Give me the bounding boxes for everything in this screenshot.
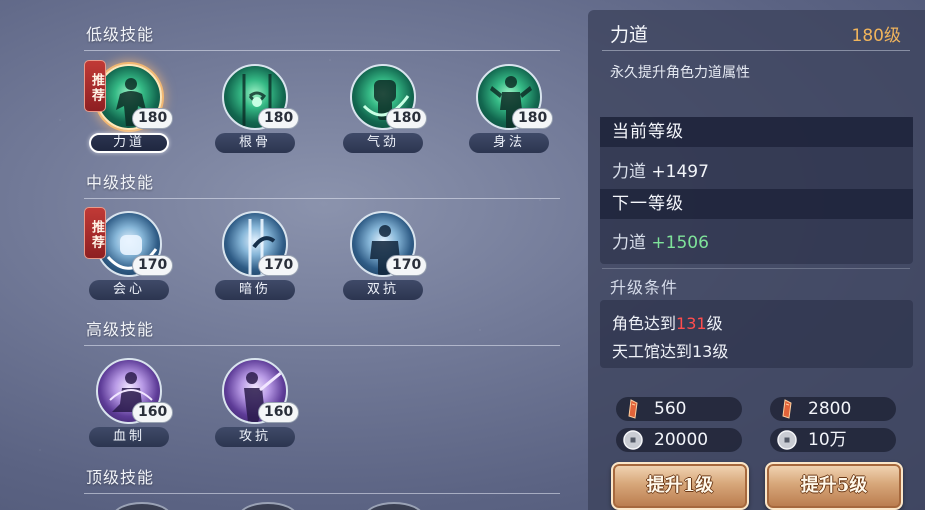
scroll-material-icon [782, 399, 792, 419]
scroll-material-icon [628, 399, 638, 419]
skill-name: 暗伤 [215, 280, 295, 300]
stat-name: 力道 [612, 233, 646, 253]
section-divider [84, 345, 560, 346]
cost-value: 10万 [808, 430, 847, 450]
skill-constitution[interactable]: 180 根骨 [210, 64, 300, 154]
upgrade-1-button[interactable]: 提升1级 [611, 462, 749, 510]
skill-level-badge: 160 [132, 402, 174, 423]
skill-level-badge: 180 [258, 108, 300, 129]
detail-description: 永久提升角色力道属性 [610, 65, 750, 81]
skill-qi-force[interactable]: 180 气劲 [338, 64, 428, 154]
skill-level-badge: 170 [132, 255, 174, 276]
current-level-header: 当前等级 [600, 117, 913, 147]
current-stat: 力道 +1497 [612, 157, 709, 182]
cost-coins-5: 10万 [770, 428, 896, 452]
condition-workshop-level: 天工馆达到13级 [612, 342, 729, 361]
skill-level-badge: 180 [512, 108, 554, 129]
condition-required-value: 131 [676, 314, 707, 333]
skill-hidden-wound[interactable]: 170 暗伤 [210, 211, 300, 301]
coin-icon [777, 430, 797, 450]
stat-value: +1506 [651, 233, 709, 253]
skill-name: 气劲 [343, 133, 423, 153]
skill-strength[interactable]: 推荐 180 力道 [84, 60, 174, 154]
skill-name: 身法 [469, 133, 549, 153]
skill-level-badge: 160 [258, 402, 300, 423]
skill-orb-partial[interactable] [112, 502, 172, 510]
skill-blood-control[interactable]: 160 血制 [84, 358, 174, 448]
cost-material-5: 2800 [770, 397, 896, 421]
skill-name: 双抗 [343, 280, 423, 300]
section-title-high: 高级技能 [86, 320, 155, 339]
cost-value: 2800 [808, 399, 852, 419]
next-stat: 力道 +1506 [612, 228, 709, 253]
skill-level-badge: 180 [132, 108, 174, 129]
recommend-badge: 推荐 [84, 207, 106, 259]
detail-level: 180级 [851, 26, 901, 46]
stat-name: 力道 [612, 162, 646, 182]
detail-title: 力道 [610, 24, 649, 46]
skill-name: 根骨 [215, 133, 295, 153]
cost-value: 560 [654, 399, 687, 419]
cost-coins-1: 20000 [616, 428, 742, 452]
section-divider [84, 50, 560, 51]
section-title-mid: 中级技能 [86, 173, 155, 192]
skill-level-badge: 180 [386, 108, 428, 129]
skill-level-badge: 170 [258, 255, 300, 276]
upgrade-5-button[interactable]: 提升5级 [765, 462, 903, 510]
recommend-badge: 推荐 [84, 60, 106, 112]
stat-value: +1497 [651, 162, 709, 182]
skill-name: 攻抗 [215, 427, 295, 447]
skill-dual-resist[interactable]: 170 双抗 [338, 211, 428, 301]
skill-orb-partial[interactable] [364, 502, 424, 510]
skill-attack-resist[interactable]: 160 攻抗 [210, 358, 300, 448]
skill-name: 会心 [89, 280, 169, 300]
section-divider [84, 198, 560, 199]
skill-name: 力道 [89, 133, 169, 153]
section-title-top: 顶级技能 [86, 468, 155, 487]
condition-text: 角色达到 [612, 314, 677, 333]
skill-critical[interactable]: 推荐 170 会心 [84, 207, 174, 301]
detail-divider [602, 268, 910, 269]
condition-text: 级 [706, 314, 723, 333]
cost-material-1: 560 [616, 397, 742, 421]
section-divider [84, 493, 560, 494]
upgrade-conditions-title: 升级条件 [610, 278, 679, 297]
detail-divider [602, 50, 910, 51]
skill-orb-partial[interactable] [238, 502, 298, 510]
next-level-header: 下一等级 [600, 189, 913, 219]
cost-value: 20000 [654, 430, 709, 450]
condition-character-level: 角色达到131级 [612, 310, 723, 334]
section-title-low: 低级技能 [86, 25, 155, 44]
skill-level-badge: 170 [386, 255, 428, 276]
skill-name: 血制 [89, 427, 169, 447]
coin-icon [623, 430, 643, 450]
skill-agility[interactable]: 180 身法 [464, 64, 554, 154]
